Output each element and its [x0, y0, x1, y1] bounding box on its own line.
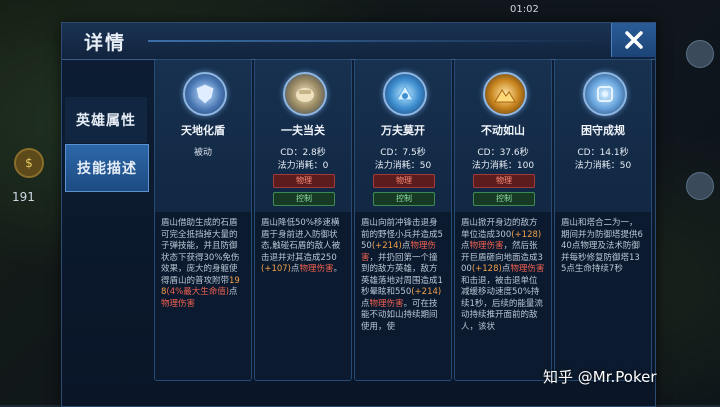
desc-segment: 盾山借助生成的石盾可完全抵挡掉大量的子弹技能，并且防御状态下获得30%免伤效果，… — [161, 218, 240, 286]
skill-name: 困守成规 — [581, 124, 625, 137]
desc-segment: (4%最大生命值) — [166, 287, 230, 297]
close-icon — [625, 31, 643, 49]
status-time: 01:02 — [510, 4, 539, 15]
skill-card-2: 万夫莫开 CD：7.5秒 法力消耗：50 物理 控制 盾山向前冲锋击退身前的野怪… — [354, 59, 452, 381]
skill-desc-area: 盾山降低50%移速横盾于身前进入防御状态,触碰石盾的敌人被击退并对其造成250(… — [255, 212, 351, 380]
gold-count: 191 — [12, 190, 35, 204]
skill-name: 不动如山 — [481, 124, 525, 137]
skill-desc-area: 盾山借助生成的石盾可完全抵挡掉大量的子弹技能，并且防御状态下获得30%免伤效果，… — [155, 212, 251, 380]
side-button[interactable] — [686, 172, 714, 200]
desc-segment: (+214) — [411, 287, 442, 297]
skill-desc-area: 盾山向前冲锋击退身前的野怪小兵并造成550(+214)点物理伤害，并扔回第一个撞… — [355, 212, 451, 380]
skill-cooldown: CD：37.6秒 — [477, 148, 529, 158]
skill-mana-cost: 法力消耗：100 — [471, 161, 535, 171]
tab-skill-description[interactable]: 技能描述 — [65, 144, 149, 192]
desc-segment: 物理伤害 — [161, 298, 196, 309]
skill-cooldown: CD：7.5秒 — [380, 148, 426, 158]
skill-card-4: 困守成规 CD：14.1秒 法力消耗：50 盾山和塔合二为一，期间并为防御塔提供… — [554, 59, 652, 381]
pause-button[interactable] — [686, 40, 714, 68]
skill-description: 盾山和塔合二为一，期间并为防御塔提供640点物理及法术防御并每秒修复防御塔135… — [561, 218, 645, 276]
skill-cooldown: CD：2.8秒 — [280, 148, 326, 158]
skill-cooldown: CD：14.1秒 — [577, 148, 629, 158]
fist-skill-icon — [283, 72, 327, 116]
skill-description: 盾山掀开身边的敌方单位造成300(+128)点物理伤害，然后张开巨盾砸向地面造成… — [461, 218, 545, 333]
skill-name: 一夫当关 — [281, 124, 325, 137]
desc-segment: 点 — [461, 241, 470, 251]
skill-desc-area: 盾山和塔合二为一，期间并为防御塔提供640点物理及法术防御并每秒修复防御塔135… — [555, 212, 651, 380]
dialog-header: 详情 — [62, 23, 656, 60]
close-button[interactable] — [611, 23, 656, 57]
tag-control: 控制 — [273, 192, 335, 206]
skill-mana-cost: 法力消耗：50 — [574, 161, 632, 171]
skill-card-1: 一夫当关 CD：2.8秒 法力消耗：0 物理 控制 盾山降低50%移速横盾于身前… — [254, 59, 352, 381]
desc-segment: (+214) — [371, 241, 402, 251]
desc-segment: 物理伤害 — [510, 264, 545, 274]
desc-segment: 和击退，被击退单位减缓移动速度50%持续1秒，后续的能量流动持续推开面前的敌人，… — [461, 275, 543, 332]
skill-name: 万夫莫开 — [381, 124, 425, 137]
skill-name: 天地化盾 — [181, 124, 225, 137]
details-dialog: 详情 英雄属性 技能描述 天地化盾 被动 盾山借助生成的石盾可完全抵挡掉大量的子… — [61, 22, 656, 407]
skill-card-3: 不动如山 CD：37.6秒 法力消耗：100 物理 控制 盾山掀开身边的敌方单位… — [454, 59, 552, 381]
skill-description: 盾山降低50%移速横盾于身前进入防御状态,触碰石盾的敌人被击退并对其造成250(… — [261, 218, 345, 276]
desc-segment: (+128) — [471, 264, 502, 274]
tag-physical: 物理 — [273, 174, 335, 188]
skill-mana-cost: 法力消耗：50 — [374, 161, 432, 171]
tag-control: 控制 — [473, 192, 535, 206]
charge-skill-icon — [383, 72, 427, 116]
desc-segment: 盾山降低50%移速横盾于身前进入防御状态,触碰石盾的敌人被击退并对其造成250 — [261, 218, 341, 263]
dialog-title: 详情 — [84, 32, 127, 54]
desc-segment: 盾山和塔合二为一，期间并为防御塔提供640点物理及法术防御并每秒修复防御塔135… — [561, 218, 643, 274]
skill-desc-area: 盾山掀开身边的敌方单位造成300(+128)点物理伤害，然后张开巨盾砸向地面造成… — [455, 212, 551, 380]
header-divider — [148, 40, 608, 42]
mountain-skill-icon — [483, 72, 527, 116]
desc-segment: 。 — [333, 264, 343, 274]
skill-description: 盾山借助生成的石盾可完全抵挡掉大量的子弹技能，并且防御状态下获得30%免伤效果，… — [161, 218, 245, 310]
gold-bag-icon[interactable]: $ — [14, 148, 44, 178]
shield-skill-icon — [183, 72, 227, 116]
skill-card-passive: 天地化盾 被动 盾山借助生成的石盾可完全抵挡掉大量的子弹技能，并且防御状态下获得… — [154, 59, 252, 381]
desc-segment: 物理伤害 — [469, 241, 504, 251]
tag-physical: 物理 — [473, 174, 535, 188]
skill-description: 盾山向前冲锋击退身前的野怪小兵并造成550(+214)点物理伤害，并扔回第一个撞… — [361, 218, 445, 333]
tag-physical: 物理 — [373, 174, 435, 188]
skill-passive-label: 被动 — [193, 148, 212, 158]
desc-segment: (+107) — [261, 264, 291, 274]
desc-segment: 点 — [361, 298, 370, 309]
skill-mana-cost: 法力消耗：0 — [277, 161, 329, 171]
desc-segment: 点 — [290, 264, 300, 274]
desc-segment: 物理伤害 — [369, 298, 404, 309]
tab-hero-attributes[interactable]: 英雄属性 — [65, 97, 147, 143]
desc-segment: (+128) — [511, 229, 542, 240]
guard-skill-icon — [583, 72, 627, 116]
tag-control: 控制 — [373, 192, 435, 206]
desc-segment: 物理伤害 — [299, 264, 334, 274]
watermark: 知乎 @Mr.Poker — [543, 368, 657, 386]
desc-segment: 点 — [229, 287, 238, 297]
